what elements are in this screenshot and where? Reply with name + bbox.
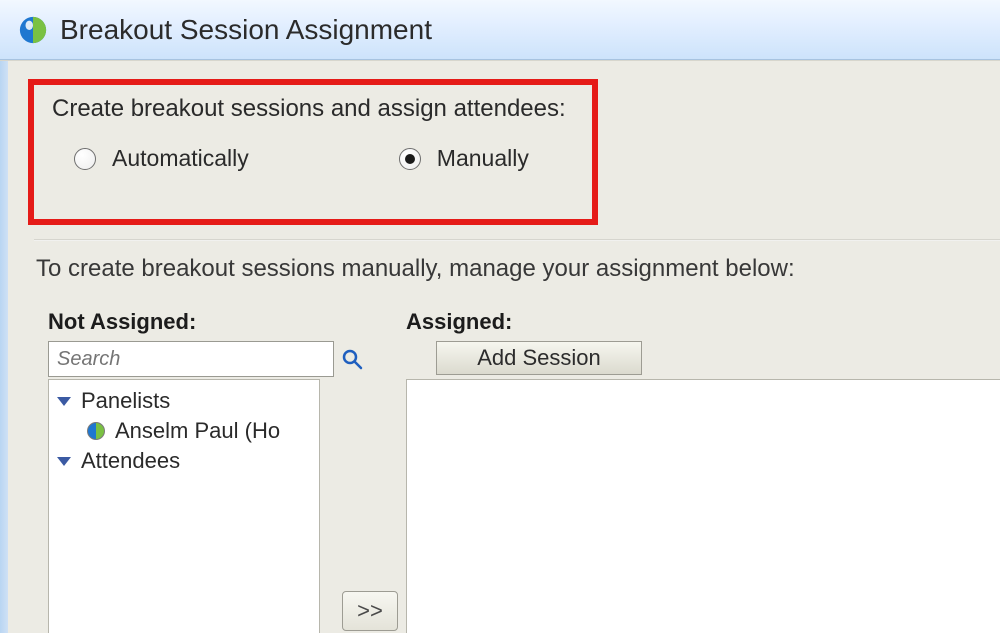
- chevron-down-icon: [57, 397, 71, 406]
- radio-automatically[interactable]: Automatically: [74, 145, 249, 172]
- mode-heading: Create breakout sessions and assign atte…: [52, 95, 574, 123]
- window-title: Breakout Session Assignment: [60, 14, 432, 46]
- radio-icon: [399, 148, 421, 170]
- radio-icon: [74, 148, 96, 170]
- participants-tree: Panelists Anselm Paul (Ho Attendees: [49, 380, 319, 482]
- window-left-border: [0, 61, 8, 633]
- assigned-label: Assigned:: [406, 309, 512, 335]
- tree-item-panelist[interactable]: Anselm Paul (Ho: [51, 416, 317, 446]
- presence-icon: [87, 422, 105, 440]
- search-wrap: [48, 341, 320, 377]
- add-session-button[interactable]: Add Session: [436, 341, 642, 375]
- search-icon: [340, 347, 364, 371]
- tree-item-label: Anselm Paul (Ho: [115, 418, 280, 444]
- app-icon: [18, 15, 48, 45]
- tree-group-label: Attendees: [81, 448, 180, 474]
- move-right-button[interactable]: >>: [342, 591, 398, 631]
- divider: [34, 239, 1000, 241]
- titlebar: Breakout Session Assignment: [0, 0, 1000, 60]
- chevron-down-icon: [57, 457, 71, 466]
- client-area: Create breakout sessions and assign atte…: [0, 60, 1000, 633]
- not-assigned-list[interactable]: Panelists Anselm Paul (Ho Attendees: [48, 379, 320, 633]
- radio-label: Manually: [437, 145, 529, 172]
- search-button[interactable]: [334, 341, 370, 377]
- mode-radio-group: Automatically Manually: [52, 145, 574, 172]
- search-input[interactable]: [48, 341, 334, 377]
- radio-manually[interactable]: Manually: [399, 145, 529, 172]
- mode-selection-highlight: Create breakout sessions and assign atte…: [28, 79, 598, 225]
- tree-group-label: Panelists: [81, 388, 170, 414]
- dialog-window: Breakout Session Assignment Create break…: [0, 0, 1000, 633]
- radio-label: Automatically: [112, 145, 249, 172]
- tree-group-panelists[interactable]: Panelists: [51, 386, 317, 416]
- not-assigned-label: Not Assigned:: [48, 309, 196, 335]
- assigned-list[interactable]: [406, 379, 1000, 633]
- tree-group-attendees[interactable]: Attendees: [51, 446, 317, 476]
- instruction-text: To create breakout sessions manually, ma…: [36, 255, 795, 283]
